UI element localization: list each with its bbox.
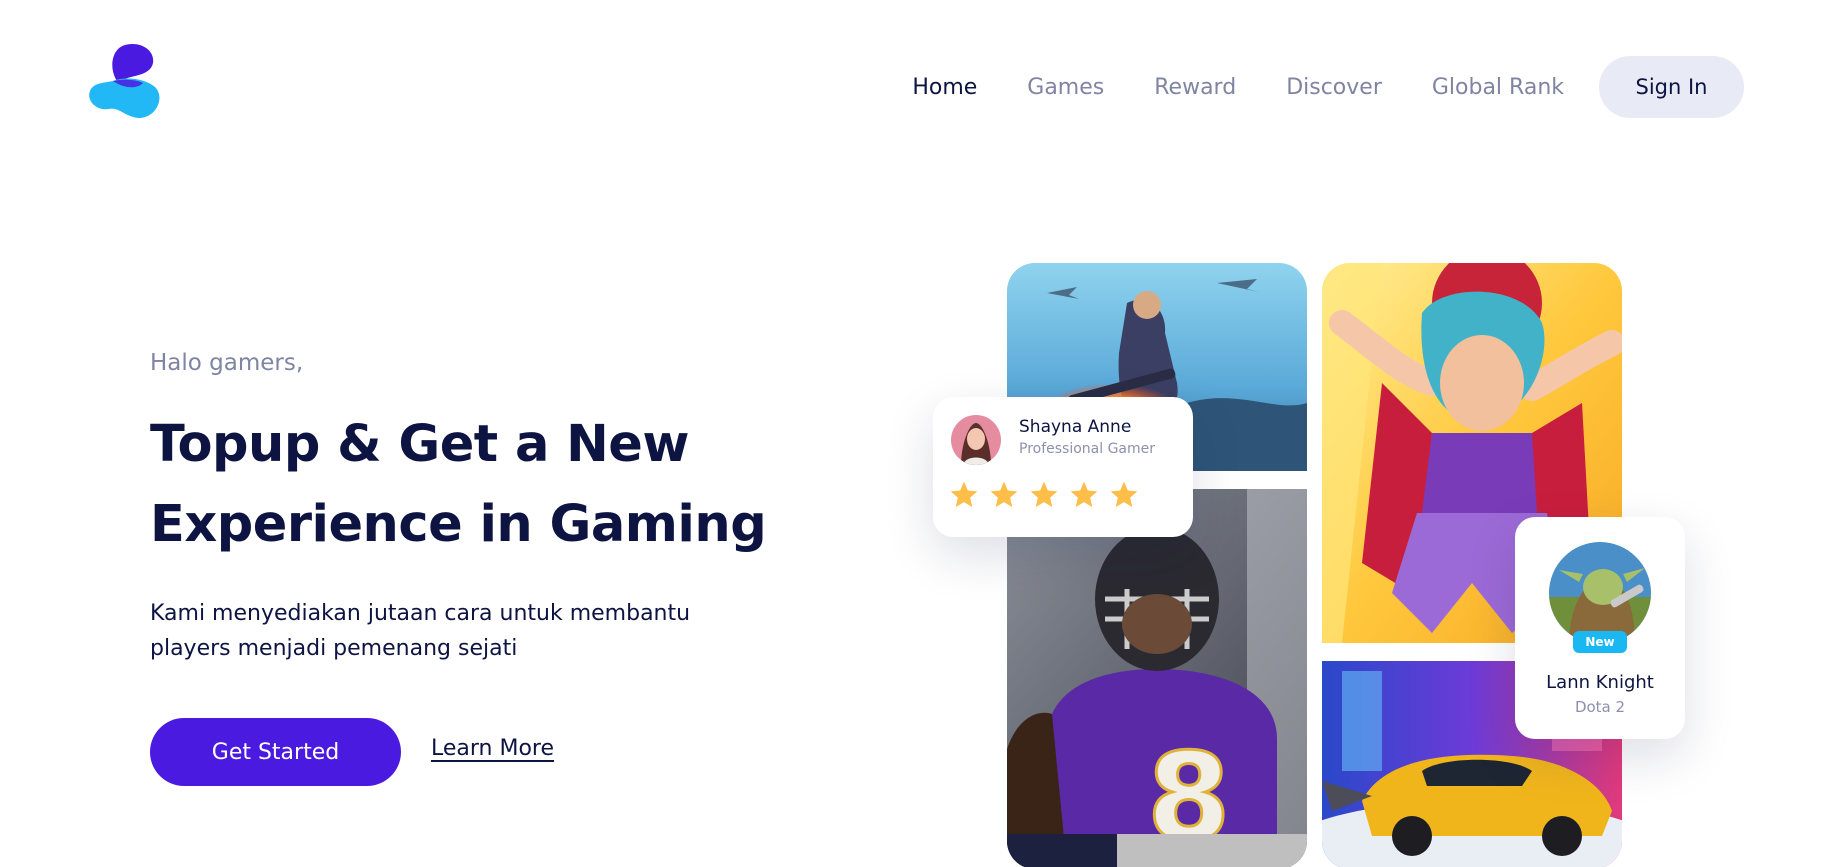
new-badge: New <box>1573 631 1627 653</box>
new-gamer-card: New Lann Knight Dota 2 <box>1515 517 1685 739</box>
hero-description: Kami menyediakan jutaan cara untuk memba… <box>150 601 691 661</box>
star-icon <box>1070 481 1098 507</box>
star-icon <box>1110 481 1138 507</box>
football-player-image: 8 <box>1007 489 1307 867</box>
headline-part2: in Gaming <box>462 495 767 554</box>
hero-greeting: Halo gamers, <box>150 350 304 376</box>
nav-discover[interactable]: Discover <box>1286 75 1382 100</box>
sign-in-button[interactable]: Sign In <box>1599 56 1744 118</box>
avatar <box>1549 542 1651 644</box>
headline-part1: Topup & Get a <box>150 415 567 474</box>
gamer-game: Dota 2 <box>1574 698 1626 716</box>
avatar <box>951 415 1001 465</box>
nav-reward[interactable]: Reward <box>1154 75 1236 100</box>
nav-global-rank[interactable]: Global Rank <box>1432 75 1564 100</box>
rating-card: Shayna Anne Professional Gamer <box>933 397 1193 537</box>
star-icon <box>950 481 978 507</box>
gamer-role: Professional Gamer <box>1019 441 1156 457</box>
s-logo-icon[interactable] <box>87 43 165 121</box>
learn-more-link[interactable]: Learn More <box>431 736 554 761</box>
gamer-name: Shayna Anne <box>1019 417 1132 437</box>
hero-headline: Topup & Get a New Experience in Gaming <box>150 405 790 565</box>
get-started-button[interactable]: Get Started <box>150 718 401 786</box>
nav-home[interactable]: Home <box>912 75 977 100</box>
gallery-column-left: 8 <box>1007 263 1307 867</box>
star-rating <box>948 479 1148 511</box>
nav-games[interactable]: Games <box>1027 75 1104 100</box>
headline-highlight-new: New <box>566 405 690 485</box>
star-icon <box>990 481 1018 507</box>
headline-highlight-experience: Experience <box>150 485 463 565</box>
star-icon <box>1030 481 1058 507</box>
main-navigation: Home Games Reward Discover Global Rank S… <box>862 56 1744 118</box>
gamer-name: Lann Knight <box>1546 672 1654 693</box>
